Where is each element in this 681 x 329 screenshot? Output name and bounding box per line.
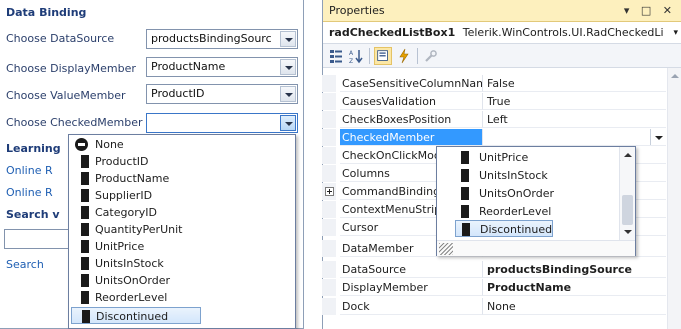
chevron-down-icon[interactable]: ▾ bbox=[673, 22, 678, 43]
field-icon bbox=[81, 257, 89, 270]
dropdown-item[interactable]: UnitsOnOrder bbox=[455, 185, 615, 202]
chevron-down-icon[interactable] bbox=[280, 86, 296, 102]
dropdown-item[interactable]: QuantityPerUnit bbox=[71, 221, 201, 238]
choose-datasource-label: Choose DataSource bbox=[6, 32, 115, 45]
displaymember-value: ProductName bbox=[151, 60, 226, 73]
search-title: Search v bbox=[6, 208, 60, 221]
expand-plus-icon[interactable] bbox=[325, 187, 334, 196]
data-binding-title: Data Binding bbox=[6, 6, 87, 19]
chevron-down-icon[interactable] bbox=[280, 59, 296, 75]
scroll-down-icon[interactable] bbox=[624, 230, 632, 234]
field-icon bbox=[81, 240, 89, 253]
dropdown-item[interactable]: ProductName bbox=[71, 170, 201, 187]
property-row-checkedmember[interactable]: CheckedMember bbox=[322, 129, 666, 146]
displaymember-combo[interactable]: ProductName bbox=[146, 57, 298, 77]
field-icon bbox=[461, 187, 469, 200]
property-value[interactable]: productsBindingSource bbox=[482, 261, 666, 278]
property-name: CheckBoxesPosition bbox=[340, 111, 482, 128]
valuemember-value: ProductID bbox=[151, 87, 205, 100]
property-name: CausesValidation bbox=[340, 93, 482, 110]
dropdown-item[interactable]: ReorderLevel bbox=[71, 289, 201, 306]
scroll-up-icon[interactable] bbox=[624, 153, 632, 157]
field-icon bbox=[81, 274, 89, 287]
chevron-down-icon[interactable] bbox=[280, 31, 296, 47]
checkedmember-combo[interactable] bbox=[146, 113, 298, 133]
dropdown-scrollbar[interactable] bbox=[619, 147, 635, 240]
scroll-thumb[interactable] bbox=[622, 195, 633, 225]
property-row[interactable]: DisplayMember ProductName bbox=[322, 279, 666, 296]
field-icon bbox=[82, 310, 90, 323]
property-value[interactable]: False bbox=[482, 75, 666, 92]
property-name: DisplayMember bbox=[340, 279, 482, 296]
dropdown-item[interactable]: UnitPrice bbox=[71, 238, 201, 255]
dropdown-item[interactable]: UnitsInStock bbox=[71, 255, 201, 272]
field-icon bbox=[81, 189, 89, 202]
learning-title: Learning bbox=[6, 142, 61, 155]
search-input[interactable] bbox=[4, 229, 76, 249]
chevron-down-icon[interactable] bbox=[650, 129, 666, 145]
property-value[interactable]: ProductName bbox=[482, 279, 666, 296]
field-icon bbox=[461, 205, 469, 218]
datasource-value: productsBindingSourc bbox=[151, 32, 272, 45]
scroll-up-icon[interactable] bbox=[671, 74, 679, 78]
online-resource-link-1[interactable]: Online R bbox=[6, 164, 53, 177]
field-icon bbox=[461, 151, 469, 164]
valuemember-combo[interactable]: ProductID bbox=[146, 84, 298, 104]
property-name: DataSource bbox=[340, 261, 482, 278]
dropdown-item[interactable]: UnitPrice bbox=[455, 149, 615, 166]
dropdown-item[interactable]: SupplierID bbox=[71, 187, 201, 204]
field-icon bbox=[461, 169, 469, 182]
field-icon bbox=[81, 155, 89, 168]
chevron-down-icon[interactable] bbox=[280, 115, 296, 131]
dropdown-item[interactable]: ReorderLevel bbox=[455, 203, 615, 220]
property-row[interactable]: CheckBoxesPosition Left bbox=[322, 111, 666, 128]
field-icon bbox=[462, 223, 470, 236]
field-icon bbox=[81, 223, 89, 236]
choose-checkedmember-label: Choose CheckedMember bbox=[6, 116, 143, 129]
dropdown-item[interactable]: UnitsInStock bbox=[455, 167, 615, 184]
dropdown-item-selected[interactable]: Discontinued bbox=[455, 220, 553, 237]
checkedmember-property-dropdown[interactable]: UnitPrice UnitsInStock UnitsOnOrder Reor… bbox=[436, 146, 636, 256]
resize-grip[interactable] bbox=[437, 240, 635, 256]
dropdown-item[interactable]: CategoryID bbox=[71, 204, 201, 221]
choose-displaymember-label: Choose DisplayMember bbox=[6, 62, 136, 75]
property-row[interactable]: CausesValidation True bbox=[322, 93, 666, 110]
choose-valuemember-label: Choose ValueMember bbox=[6, 89, 126, 102]
property-name: CaseSensitiveColumnNam bbox=[340, 77, 482, 92]
property-row[interactable]: CaseSensitiveColumnNam False bbox=[322, 75, 666, 92]
dropdown-item-none[interactable]: None bbox=[71, 136, 201, 153]
resize-grip-icon[interactable] bbox=[439, 243, 453, 255]
field-icon bbox=[81, 172, 89, 185]
property-row[interactable]: Dock None bbox=[322, 298, 666, 315]
online-resource-link-2[interactable]: Online R bbox=[6, 186, 53, 199]
checkedmember-dropdown[interactable]: None ProductID ProductName SupplierID Ca… bbox=[68, 134, 296, 329]
property-value[interactable]: True bbox=[482, 93, 666, 110]
property-value-combo[interactable] bbox=[482, 129, 666, 146]
properties-scrollbar[interactable] bbox=[667, 68, 681, 329]
property-row[interactable]: DataSource productsBindingSource bbox=[322, 261, 666, 278]
none-icon bbox=[75, 138, 88, 151]
property-name: CheckedMember bbox=[340, 129, 482, 146]
field-icon bbox=[81, 206, 89, 219]
dropdown-item[interactable]: ProductID bbox=[71, 153, 201, 170]
datasource-combo[interactable]: productsBindingSourc bbox=[146, 29, 298, 49]
dropdown-item[interactable]: UnitsOnOrder bbox=[71, 272, 201, 289]
property-value[interactable]: None bbox=[482, 298, 666, 315]
property-value[interactable]: Left bbox=[482, 111, 666, 128]
property-name: Dock bbox=[340, 298, 482, 315]
field-icon bbox=[81, 291, 89, 304]
dropdown-item-selected[interactable]: Discontinued bbox=[71, 307, 201, 324]
search-link[interactable]: Search bbox=[6, 258, 44, 271]
